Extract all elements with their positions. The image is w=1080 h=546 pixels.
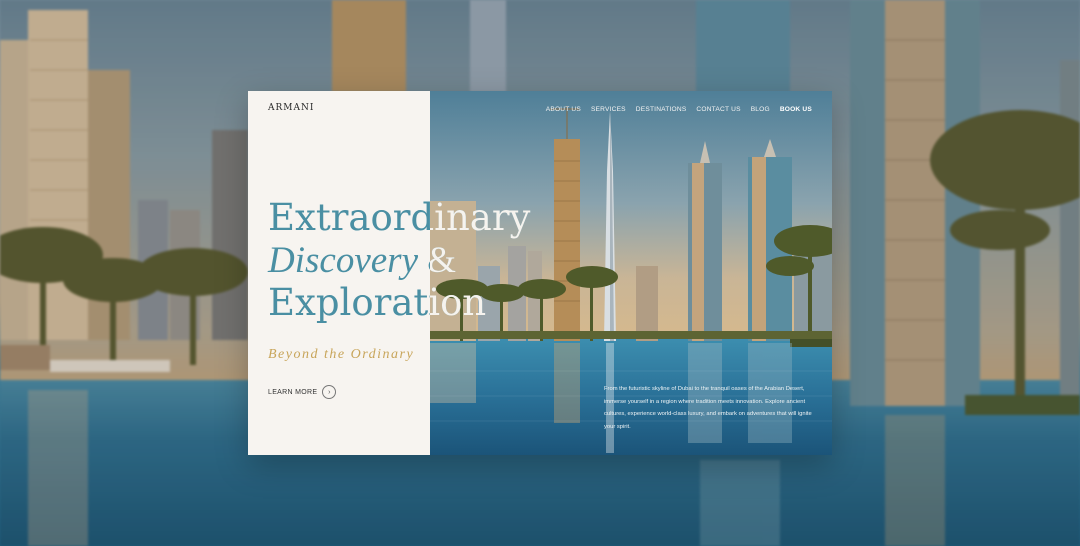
brand-logo[interactable]: ARMANI	[268, 103, 314, 113]
nav-about-us[interactable]: ABOUT US	[546, 106, 581, 113]
learn-more-label: LEARN MORE	[268, 388, 318, 396]
hero-card: ARMANI ABOUT US SERVICES DESTINATIONS CO…	[248, 91, 832, 455]
nav-contact-us[interactable]: CONTACT US	[696, 106, 740, 113]
nav-services[interactable]: SERVICES	[591, 106, 626, 113]
hero-description: From the futuristic skyline of Dubai to …	[604, 386, 812, 430]
headline-line-2-italic: Discovery	[268, 240, 418, 281]
headline-line-3: Exploration	[268, 281, 487, 324]
nav-book-us[interactable]: BOOK US	[780, 106, 812, 113]
headline-line-2: Discovery &	[268, 239, 528, 282]
learn-more-button[interactable]: LEARN MORE ›	[268, 385, 337, 399]
nav-blog[interactable]: BLOG	[751, 106, 770, 113]
hero-headline: Extraordinary Discovery & Exploration	[268, 196, 531, 324]
arrow-right-icon[interactable]: ›	[322, 385, 337, 399]
nav-destinations[interactable]: DESTINATIONS	[636, 106, 687, 113]
main-navigation: ABOUT US SERVICES DESTINATIONS CONTACT U…	[546, 106, 812, 113]
headline-line-1: Extraordinary	[268, 196, 531, 239]
page-stage: ARMANI ABOUT US SERVICES DESTINATIONS CO…	[0, 0, 1080, 546]
headline-ampersand: &	[418, 240, 457, 281]
hero-tagline: Beyond the Ordinary	[268, 347, 415, 362]
